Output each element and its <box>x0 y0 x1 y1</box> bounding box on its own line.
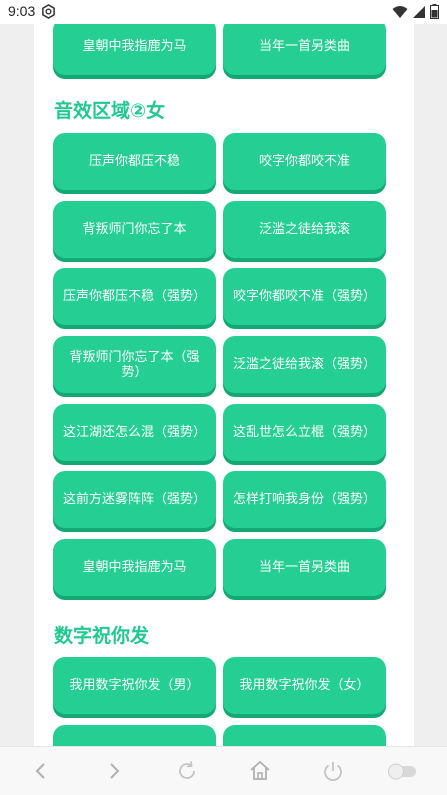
sound-button[interactable]: 皇朝中我指鹿为马 <box>53 539 216 596</box>
sound-button[interactable]: 咬字你都咬不准（强势） <box>223 268 386 325</box>
sound-button[interactable]: 压声你都压不稳 <box>53 133 216 190</box>
sound-button[interactable]: 我用数字祝你发（男） <box>53 657 216 714</box>
status-bar: 9:03 <box>0 0 447 24</box>
sound-button[interactable]: 皇朝中我指鹿为马 <box>53 24 216 75</box>
sound-button[interactable]: 背叛师门你忘了本（强势） <box>53 336 216 393</box>
wifi-icon <box>392 5 408 18</box>
sound-button[interactable]: 这前方迷雾阵阵（强势） <box>53 471 216 528</box>
back-icon[interactable] <box>29 759 53 783</box>
status-time: 9:03 <box>8 3 36 19</box>
sound-button[interactable]: 这乱世怎么立棍（强势） <box>223 404 386 461</box>
sound-button[interactable]: 背叛师门你忘了本 <box>53 201 216 258</box>
forward-icon[interactable] <box>102 759 126 783</box>
power-icon[interactable] <box>321 759 345 783</box>
section-title: 数字祝你发 <box>54 625 150 647</box>
sound-button[interactable]: 当年一首另类曲 <box>223 24 386 75</box>
sound-board-page[interactable]: 皇朝中我指鹿为马 当年一首另类曲 音效区域②女 压声你都压不稳 咬字你都咬不准 … <box>34 24 414 746</box>
browser-nav-bar <box>0 746 447 795</box>
section-title: 音效区域②女 <box>54 100 166 122</box>
sound-button-partial[interactable] <box>223 725 386 746</box>
sound-button[interactable]: 这江湖还怎么混（强势） <box>53 404 216 461</box>
toggle-switch[interactable] <box>386 759 418 783</box>
sound-button[interactable]: 泛滥之徒给我滚（强势） <box>223 336 386 393</box>
sound-button[interactable]: 我用数字祝你发（女） <box>223 657 386 714</box>
sound-button-partial[interactable] <box>53 725 216 746</box>
sound-button[interactable]: 怎样打响我身份（强势） <box>223 471 386 528</box>
home-icon[interactable] <box>248 759 272 783</box>
app-notification-icon <box>42 4 55 19</box>
battery-icon <box>430 4 439 19</box>
refresh-icon[interactable] <box>175 759 199 783</box>
sound-button[interactable]: 咬字你都咬不准 <box>223 133 386 190</box>
sound-button[interactable]: 当年一首另类曲 <box>223 539 386 596</box>
sound-button[interactable]: 压声你都压不稳（强势） <box>53 268 216 325</box>
sound-button[interactable]: 泛滥之徒给我滚 <box>223 201 386 258</box>
signal-icon <box>413 5 425 18</box>
